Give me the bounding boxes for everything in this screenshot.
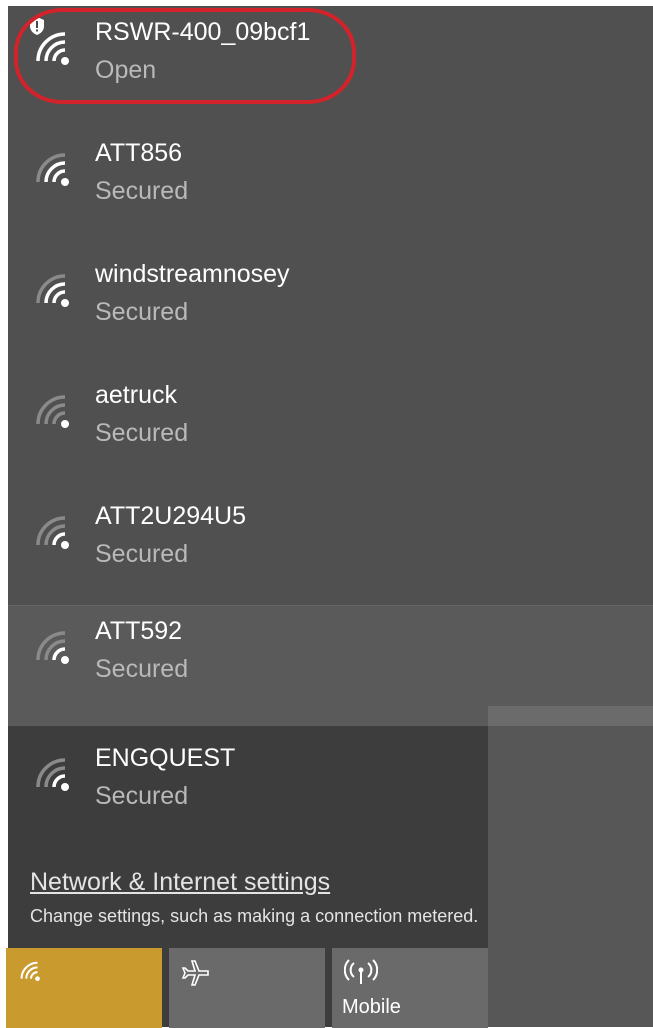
network-status: Secured — [95, 419, 189, 447]
wifi-network-item[interactable]: RSWR-400_09bcf1 Open — [8, 6, 653, 127]
shield-warning-icon — [30, 17, 44, 35]
wifi-signal-icon — [36, 631, 69, 664]
airplane-mode-button[interactable] — [169, 948, 325, 1028]
network-name: aetruck — [95, 381, 177, 409]
wifi-network-item[interactable]: windstreamnosey Secured — [8, 248, 653, 369]
wifi-network-item[interactable]: ATT592 Secured — [8, 605, 653, 726]
network-name: ENGQUEST — [95, 744, 236, 772]
network-status: Secured — [95, 782, 189, 810]
wifi-network-item[interactable]: ATT2U294U5 Secured — [8, 490, 653, 611]
network-status: Secured — [95, 298, 189, 326]
wifi-network-item[interactable]: ENGQUEST Secured — [8, 732, 653, 853]
wifi-signal-icon — [36, 274, 69, 307]
network-name: ATT2U294U5 — [95, 502, 246, 530]
network-settings-link[interactable]: Network & Internet settings — [30, 868, 330, 897]
network-settings-description: Change settings, such as making a connec… — [30, 906, 479, 926]
network-status: Secured — [95, 655, 189, 683]
network-status: Open — [95, 56, 157, 84]
wifi-network-item[interactable]: aetruck Secured — [8, 369, 653, 490]
mobile-hotspot-button[interactable]: Mobile — [332, 948, 488, 1028]
wifi-network-item[interactable]: ATT856 Secured — [8, 127, 653, 248]
network-name: windstreamnosey — [95, 260, 290, 288]
mobile-hotspot-icon — [344, 959, 378, 984]
network-status: Secured — [95, 540, 189, 568]
wifi-toggle-button[interactable] — [6, 948, 162, 1028]
network-flyout: RSWR-400_09bcf1 Open ATT856 Secured wind… — [8, 6, 653, 1027]
network-name: ATT592 — [95, 617, 183, 645]
wifi-signal-icon — [36, 516, 69, 549]
network-name: RSWR-400_09bcf1 — [95, 18, 311, 46]
wifi-icon — [20, 961, 40, 982]
network-name: ATT856 — [95, 139, 183, 167]
network-status: Secured — [95, 177, 189, 205]
airplane-icon — [181, 960, 209, 986]
mobile-hotspot-label: Mobile — [342, 996, 401, 1018]
wifi-signal-icon — [36, 153, 69, 186]
wifi-signal-icon — [36, 758, 69, 791]
wifi-signal-icon — [36, 395, 69, 428]
